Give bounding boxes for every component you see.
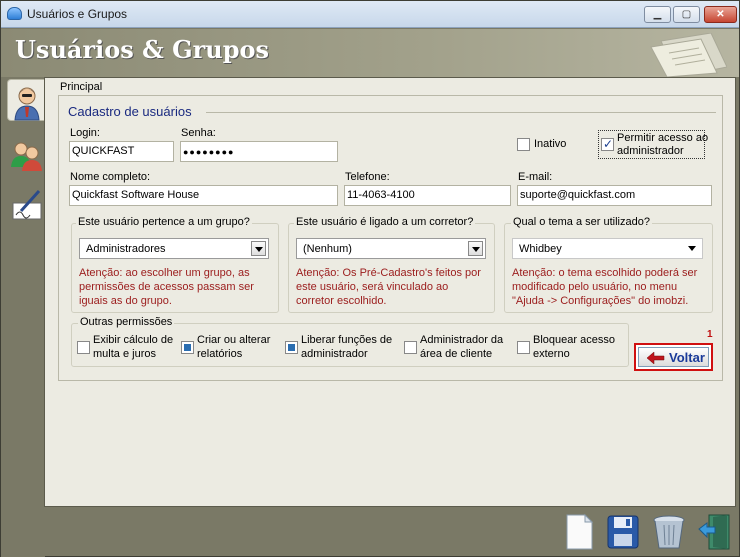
nome-label: Nome completo: bbox=[70, 171, 151, 183]
corretor-select[interactable]: (Nenhum) bbox=[296, 238, 486, 259]
bloquear-acesso-label-1: Bloquear acesso bbox=[533, 334, 615, 346]
exit-door-icon[interactable] bbox=[697, 513, 733, 551]
app-cloud-icon bbox=[7, 7, 22, 20]
title-bar: Usuários e Grupos ▁ ▢ ✕ bbox=[1, 1, 739, 28]
login-input[interactable]: QUICKFAST bbox=[69, 141, 174, 162]
sidebar-item-groups[interactable] bbox=[7, 135, 45, 177]
multa-juros-checkbox[interactable] bbox=[77, 341, 90, 354]
voltar-label: Voltar bbox=[669, 350, 705, 365]
tema-warning-1: Atenção: o tema escolhido poderá ser bbox=[512, 267, 698, 279]
save-icon[interactable] bbox=[605, 513, 641, 551]
liberar-funcoes-label-2: administrador bbox=[301, 348, 368, 360]
page-header: Usuários & Grupos bbox=[1, 29, 739, 77]
tema-warning-3: "Ajuda -> Configurações" do imobzi. bbox=[512, 295, 689, 307]
inativo-label: Inativo bbox=[534, 138, 567, 150]
voltar-highlight: Voltar bbox=[634, 343, 713, 371]
bloquear-acesso-label-2: externo bbox=[533, 348, 570, 360]
bloquear-acesso-checkbox[interactable] bbox=[517, 341, 530, 354]
corretor-warning-2: este usuário, será vinculado ao bbox=[296, 281, 449, 293]
permitir-acesso-label-line2: administrador bbox=[617, 145, 684, 157]
telefone-label: Telefone: bbox=[345, 171, 390, 183]
corretor-warning-1: Atenção: Os Pré-Cadastro's feitos por bbox=[296, 267, 481, 279]
maximize-button[interactable]: ▢ bbox=[673, 6, 700, 23]
login-label: Login: bbox=[70, 127, 100, 139]
sidebar-item-signature[interactable] bbox=[7, 185, 45, 227]
trash-icon[interactable] bbox=[651, 513, 687, 551]
liberar-funcoes-label-1: Liberar funções de bbox=[301, 334, 393, 346]
admin-area-cliente-label-2: área de cliente bbox=[420, 348, 493, 360]
page-title: Usuários & Grupos bbox=[15, 35, 269, 64]
section-divider bbox=[206, 112, 716, 113]
section-title: Cadastro de usuários bbox=[68, 104, 192, 119]
email-input[interactable]: suporte@quickfast.com bbox=[517, 185, 712, 206]
multa-juros-label-2: multa e juros bbox=[93, 348, 156, 360]
multa-juros-label-1: Exibir cálculo de bbox=[93, 334, 174, 346]
corretor-title: Este usuário é ligado a um corretor? bbox=[294, 216, 476, 228]
permitir-acesso-checkbox[interactable] bbox=[601, 137, 614, 151]
tema-title: Qual o tema a ser utilizado? bbox=[511, 216, 652, 228]
grupo-select-value: Administradores bbox=[86, 243, 166, 255]
sidebar bbox=[1, 77, 45, 557]
sidebar-item-user[interactable] bbox=[7, 79, 45, 121]
minimize-button[interactable]: ▁ bbox=[644, 6, 671, 23]
voltar-button[interactable]: Voltar bbox=[638, 347, 709, 367]
nome-input[interactable]: Quickfast Software House bbox=[69, 185, 338, 206]
grupo-warning-1: Atenção: ao escolher um grupo, as bbox=[79, 267, 250, 279]
senha-input[interactable]: ●●●●●●●● bbox=[180, 141, 338, 162]
admin-area-cliente-checkbox[interactable] bbox=[404, 341, 417, 354]
tema-select-value: Whidbey bbox=[519, 243, 562, 255]
liberar-funcoes-checkbox[interactable] bbox=[285, 341, 298, 354]
inativo-checkbox[interactable] bbox=[517, 138, 530, 151]
relatorios-checkbox[interactable] bbox=[181, 341, 194, 354]
admin-area-cliente-label-1: Administrador da bbox=[420, 334, 504, 346]
grupo-title: Este usuário pertence a um grupo? bbox=[76, 216, 252, 228]
grupo-warning-3: iguais as do grupo. bbox=[79, 295, 172, 307]
chevron-down-icon[interactable] bbox=[468, 241, 483, 256]
signature-icon bbox=[12, 189, 42, 220]
permitir-acesso-label-line1: Permitir acesso ao bbox=[617, 132, 709, 144]
email-label: E-mail: bbox=[518, 171, 553, 183]
window-title: Usuários e Grupos bbox=[27, 7, 128, 21]
corretor-select-value: (Nenhum) bbox=[303, 243, 352, 255]
app-window: Usuários e Grupos ▁ ▢ ✕ Usuários & Grupo… bbox=[0, 0, 740, 557]
tema-warning-2: modificado pelo usuário, no menu bbox=[512, 281, 678, 293]
relatorios-label-2: relatórios bbox=[197, 348, 243, 360]
chevron-down-icon[interactable] bbox=[251, 241, 266, 256]
group-icon bbox=[11, 142, 42, 171]
grupo-warning-2: permissões de acessos passam ser bbox=[79, 281, 254, 293]
outras-title: Outras permissões bbox=[78, 316, 175, 328]
new-document-icon[interactable] bbox=[561, 513, 597, 551]
papers-decoration-icon bbox=[650, 33, 727, 77]
grupo-select[interactable]: Administradores bbox=[79, 238, 269, 259]
tab-principal[interactable]: Principal bbox=[60, 81, 102, 93]
user-icon bbox=[14, 87, 40, 121]
tema-select[interactable]: Whidbey bbox=[512, 238, 703, 259]
close-button[interactable]: ✕ bbox=[704, 6, 737, 23]
telefone-input[interactable]: 11-4063-4100 bbox=[344, 185, 511, 206]
senha-label: Senha: bbox=[181, 127, 216, 139]
step-badge: 1 bbox=[707, 329, 713, 340]
chevron-down-icon[interactable] bbox=[685, 241, 700, 256]
relatorios-label-1: Criar ou alterar bbox=[197, 334, 271, 346]
corretor-warning-3: corretor escolhido. bbox=[296, 295, 387, 307]
arrow-left-icon bbox=[647, 352, 665, 364]
